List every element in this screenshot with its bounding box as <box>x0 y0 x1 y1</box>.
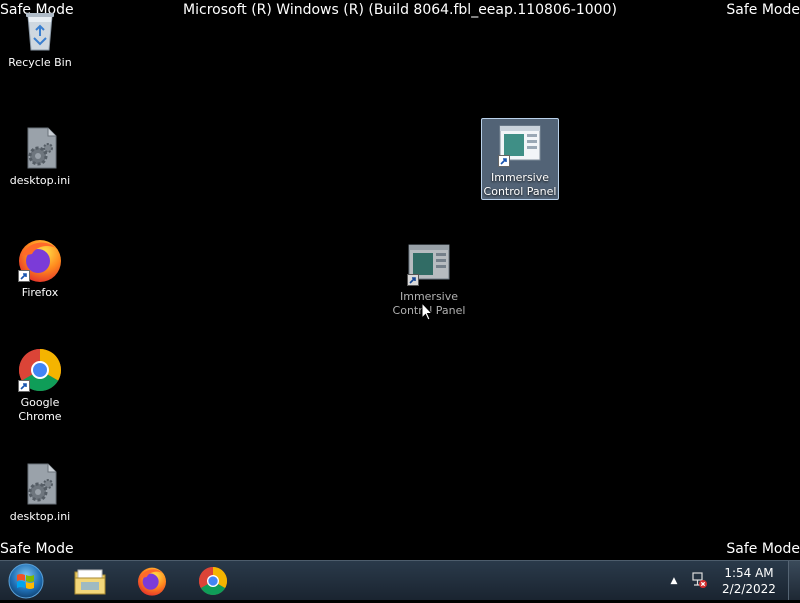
desktop-icon-desktop-ini-1[interactable]: desktop.ini <box>1 122 79 190</box>
desktop[interactable]: Safe Mode Microsoft (R) Windows (R) (Bui… <box>0 0 800 560</box>
desktop-icon-label: desktop.ini <box>9 174 71 187</box>
control-panel-icon <box>496 121 544 169</box>
taskbar-clock[interactable]: 1:54 AM 2/2/2022 <box>716 565 782 597</box>
shortcut-arrow-icon <box>498 155 510 167</box>
clock-date: 2/2/2022 <box>722 582 776 596</box>
clock-time: 1:54 AM <box>724 566 774 580</box>
windows-build-text: Microsoft (R) Windows (R) (Build 8064.fb… <box>183 2 617 18</box>
desktop-icon-desktop-ini-2[interactable]: desktop.ini <box>1 458 79 526</box>
desktop-icon-label: desktop.ini <box>9 510 71 523</box>
shortcut-arrow-icon <box>18 380 30 392</box>
control-panel-icon <box>405 240 453 288</box>
start-button[interactable] <box>6 563 46 599</box>
settings-file-icon <box>16 460 64 508</box>
shortcut-arrow-icon <box>18 270 30 282</box>
chrome-icon <box>198 567 228 596</box>
firefox-icon <box>16 236 64 284</box>
recycle-bin-icon <box>16 6 64 54</box>
taskbar-windows-explorer-button[interactable] <box>66 563 114 599</box>
desktop-icon-google-chrome[interactable]: Google Chrome <box>1 344 79 426</box>
show-desktop-button[interactable] <box>788 561 800 600</box>
folder-icon <box>74 569 106 595</box>
start-orb-icon <box>8 563 44 599</box>
safe-mode-label-bottom-left: Safe Mode <box>0 541 74 557</box>
taskbar-chrome-button[interactable] <box>189 563 237 599</box>
firefox-icon <box>138 567 166 596</box>
safe-mode-label-bottom-right: Safe Mode <box>726 541 800 557</box>
chrome-icon <box>16 346 64 394</box>
desktop-icon-label: Recycle Bin <box>8 56 72 69</box>
settings-file-icon <box>16 124 64 172</box>
taskbar: ▲ 1:54 AM 2/2/2022 <box>0 560 800 600</box>
taskbar-firefox-button[interactable] <box>128 563 176 599</box>
desktop-icon-label: Google Chrome <box>18 396 62 423</box>
network-error-icon[interactable] <box>690 571 708 589</box>
tray-overflow-button[interactable]: ▲ <box>668 575 680 587</box>
safe-mode-label-top-right: Safe Mode <box>726 2 800 18</box>
mouse-cursor-icon <box>421 301 434 321</box>
desktop-icon-label: Immersive Control Panel <box>483 171 557 198</box>
desktop-icon-firefox[interactable]: Firefox <box>1 234 79 302</box>
desktop-icon-immersive-control-panel-selected[interactable]: Immersive Control Panel <box>481 118 559 200</box>
shortcut-arrow-icon <box>407 274 419 286</box>
desktop-icon-label: Firefox <box>21 286 59 299</box>
desktop-icon-recycle-bin[interactable]: Recycle Bin <box>1 4 79 72</box>
